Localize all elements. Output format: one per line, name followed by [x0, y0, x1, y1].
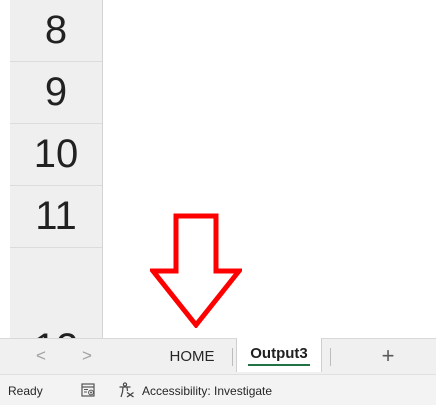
- accessibility-icon[interactable]: [118, 382, 135, 398]
- sheet-tab-output3[interactable]: Output3: [236, 338, 322, 372]
- status-bar: Ready Accessibility: Investigate: [0, 374, 436, 405]
- row-header-column: 8 9 10 11 12: [10, 0, 103, 338]
- sheet-tab-output3-text: Output3: [250, 344, 308, 362]
- status-ready-text: Ready: [8, 384, 43, 398]
- sheet-tab-bar: < > HOME Output3 +: [0, 338, 436, 374]
- next-sheet-button[interactable]: >: [76, 343, 98, 369]
- add-sheet-button[interactable]: +: [374, 343, 402, 369]
- row-header-10[interactable]: 10: [10, 124, 102, 186]
- tab-divider: [232, 348, 233, 366]
- row-header-12[interactable]: 12: [10, 320, 102, 338]
- row-header-11[interactable]: 11: [10, 186, 102, 248]
- active-tab-underline: [248, 363, 310, 366]
- worksheet-grid[interactable]: 8 9 10 11 12: [0, 0, 436, 338]
- row-header-8[interactable]: 8: [10, 0, 102, 62]
- tab-divider: [330, 348, 331, 366]
- macro-record-icon[interactable]: [81, 383, 95, 397]
- sheet-tab-home[interactable]: HOME: [154, 339, 230, 374]
- arrow-down-outline-icon: [150, 213, 242, 328]
- row-header-9[interactable]: 9: [10, 62, 102, 124]
- sheet-tab-output3-label: Output3: [248, 345, 310, 366]
- accessibility-status-text[interactable]: Accessibility: Investigate: [142, 384, 272, 398]
- previous-sheet-button[interactable]: <: [30, 343, 52, 369]
